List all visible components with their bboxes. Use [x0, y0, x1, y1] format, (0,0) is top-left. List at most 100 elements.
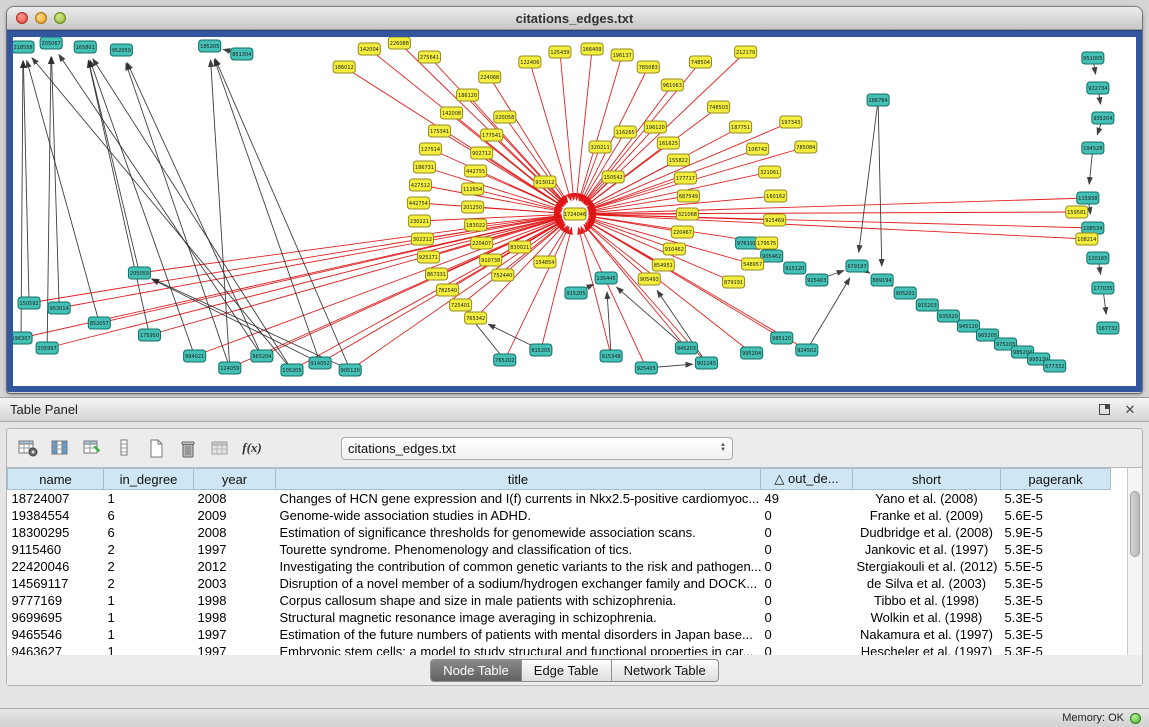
graph-node[interactable]: 220058	[494, 111, 516, 123]
graph-node[interactable]: 765202	[494, 354, 516, 366]
table-cell[interactable]: 1	[104, 592, 194, 609]
close-panel-icon[interactable]: ✕	[1121, 401, 1139, 419]
graph-edge[interactable]	[32, 58, 292, 370]
import-table-button[interactable]	[207, 435, 233, 461]
graph-node[interactable]: 108214	[1076, 233, 1098, 245]
graph-node[interactable]: 951005	[1082, 52, 1104, 64]
table-cell[interactable]: 18300295	[8, 524, 104, 541]
table-cell[interactable]: 9777169	[8, 592, 104, 609]
graph-edge[interactable]	[195, 219, 562, 356]
graph-node[interactable]: 185205	[199, 40, 221, 52]
graph-node[interactable]: 785084	[795, 141, 817, 153]
table-cell[interactable]: 14569117	[8, 575, 104, 592]
graph-node[interactable]: 910738	[480, 254, 502, 266]
graph-node[interactable]: 782540	[437, 284, 459, 296]
table-cell[interactable]: 2	[104, 558, 194, 575]
table-cell[interactable]: 6	[104, 507, 194, 524]
graph-node[interactable]: 196137	[611, 49, 633, 61]
graph-node[interactable]: 167732	[1097, 322, 1119, 334]
table-cell[interactable]: 0	[761, 609, 853, 626]
table-cell[interactable]: 1998	[194, 592, 276, 609]
table-cell[interactable]: 5.3E-5	[1001, 592, 1111, 609]
graph-edge[interactable]	[214, 59, 320, 363]
graph-node[interactable]: 902712	[471, 147, 493, 159]
graph-node[interactable]: 815205	[530, 344, 552, 356]
table-row[interactable]: 1830029562008Estimation of significance …	[8, 524, 1111, 541]
select-columns-button[interactable]	[47, 435, 73, 461]
column-header[interactable]: short	[853, 469, 1001, 490]
graph-node[interactable]: 985120	[771, 332, 793, 344]
network-canvas[interactable]: 1724046218558205067165801952050185205851…	[13, 37, 1136, 386]
graph-node[interactable]: 220407	[471, 237, 493, 249]
graph-edge[interactable]	[126, 63, 230, 368]
tab-network-table[interactable]: Network Table	[612, 659, 719, 682]
table-cell[interactable]: Changes of HCN gene expression and I(f) …	[276, 490, 761, 507]
table-cell[interactable]: 22420046	[8, 558, 104, 575]
window-titlebar[interactable]: citations_edges.txt	[7, 7, 1142, 30]
graph-edge[interactable]	[23, 61, 29, 303]
table-cell[interactable]: 5.3E-5	[1001, 626, 1111, 643]
graph-node[interactable]: 201250	[462, 201, 484, 213]
graph-node[interactable]: 142008	[441, 107, 463, 119]
table-cell[interactable]: Disruption of a novel member of a sodium…	[276, 575, 761, 592]
tab-node-table[interactable]: Node Table	[430, 659, 522, 682]
table-cell[interactable]: Tibbo et al. (1998)	[853, 592, 1001, 609]
graph-node[interactable]: 196120	[644, 121, 666, 133]
graph-node[interactable]: 679197	[846, 260, 868, 272]
row-tools-button[interactable]	[111, 435, 137, 461]
delete-table-button[interactable]	[175, 435, 201, 461]
table-cell[interactable]: de Silva et al. (2003)	[853, 575, 1001, 592]
graph-node[interactable]: 105205	[281, 364, 303, 376]
graph-node[interactable]: 196307	[13, 332, 32, 344]
table-cell[interactable]: Embryonic stem cells: a model to study s…	[276, 643, 761, 656]
table-cell[interactable]: 0	[761, 507, 853, 524]
graph-node[interactable]: 748504	[689, 56, 711, 68]
graph-node[interactable]: 915203	[916, 299, 938, 311]
table-cell[interactable]: 1997	[194, 541, 276, 558]
graph-node[interactable]: 905120	[339, 364, 361, 376]
table-cell[interactable]: 49	[761, 490, 853, 507]
table-cell[interactable]: 19384554	[8, 507, 104, 524]
graph-node[interactable]: 748503	[707, 101, 729, 113]
table-cell[interactable]: Estimation of the future numbers of pati…	[276, 626, 761, 643]
graph-edge[interactable]	[88, 61, 149, 335]
graph-node[interactable]: 122406	[519, 56, 541, 68]
table-row[interactable]: 2242004622012Investigating the contribut…	[8, 558, 1111, 575]
graph-node[interactable]: 925405	[635, 362, 657, 374]
graph-node[interactable]: 945203	[675, 342, 697, 354]
graph-node[interactable]: 442755	[465, 165, 487, 177]
graph-node[interactable]: 913012	[534, 176, 556, 188]
graph-node[interactable]: 994021	[184, 350, 206, 362]
table-row[interactable]: 969969511998Structural magnetic resonanc…	[8, 609, 1111, 626]
graph-node[interactable]: 867331	[425, 268, 447, 280]
table-cell[interactable]: 2008	[194, 524, 276, 541]
table-cell[interactable]: 0	[761, 524, 853, 541]
graph-node[interactable]: 914052	[309, 357, 331, 369]
graph-node[interactable]: 945120	[957, 320, 979, 332]
graph-node[interactable]: 108534	[1082, 222, 1104, 234]
table-cell[interactable]: 0	[761, 592, 853, 609]
graph-node[interactable]: 548957	[742, 258, 764, 270]
graph-node[interactable]: 112654	[462, 183, 484, 195]
graph-node[interactable]: 915205	[565, 287, 587, 299]
graph-node[interactable]: 179575	[756, 237, 778, 249]
table-cell[interactable]: Estimation of significance thresholds fo…	[276, 524, 761, 541]
table-cell[interactable]: 0	[761, 626, 853, 643]
table-cell[interactable]: 1	[104, 643, 194, 656]
graph-node[interactable]: 321061	[759, 166, 781, 178]
table-cell[interactable]: 0	[761, 541, 853, 558]
table-cell[interactable]: Structural magnetic resonance image aver…	[276, 609, 761, 626]
network-table-selector[interactable]: citations_edges.txt ▲▼	[341, 437, 733, 460]
table-cell[interactable]: 9115460	[8, 541, 104, 558]
table-cell[interactable]: Tourette syndrome. Phenomenology and cla…	[276, 541, 761, 558]
graph-node[interactable]: 194528	[1082, 142, 1104, 154]
graph-node[interactable]: 186784	[867, 94, 889, 106]
column-header[interactable]: year	[194, 469, 276, 490]
graph-node[interactable]: 889194	[871, 274, 893, 286]
graph-node[interactable]: 186120	[457, 89, 479, 101]
table-cell[interactable]: 5.5E-5	[1001, 558, 1111, 575]
graph-node[interactable]: 120165	[1087, 252, 1109, 264]
graph-edge[interactable]	[585, 127, 656, 204]
graph-node[interactable]: 901245	[695, 357, 717, 369]
graph-node[interactable]: 442754	[407, 197, 429, 209]
